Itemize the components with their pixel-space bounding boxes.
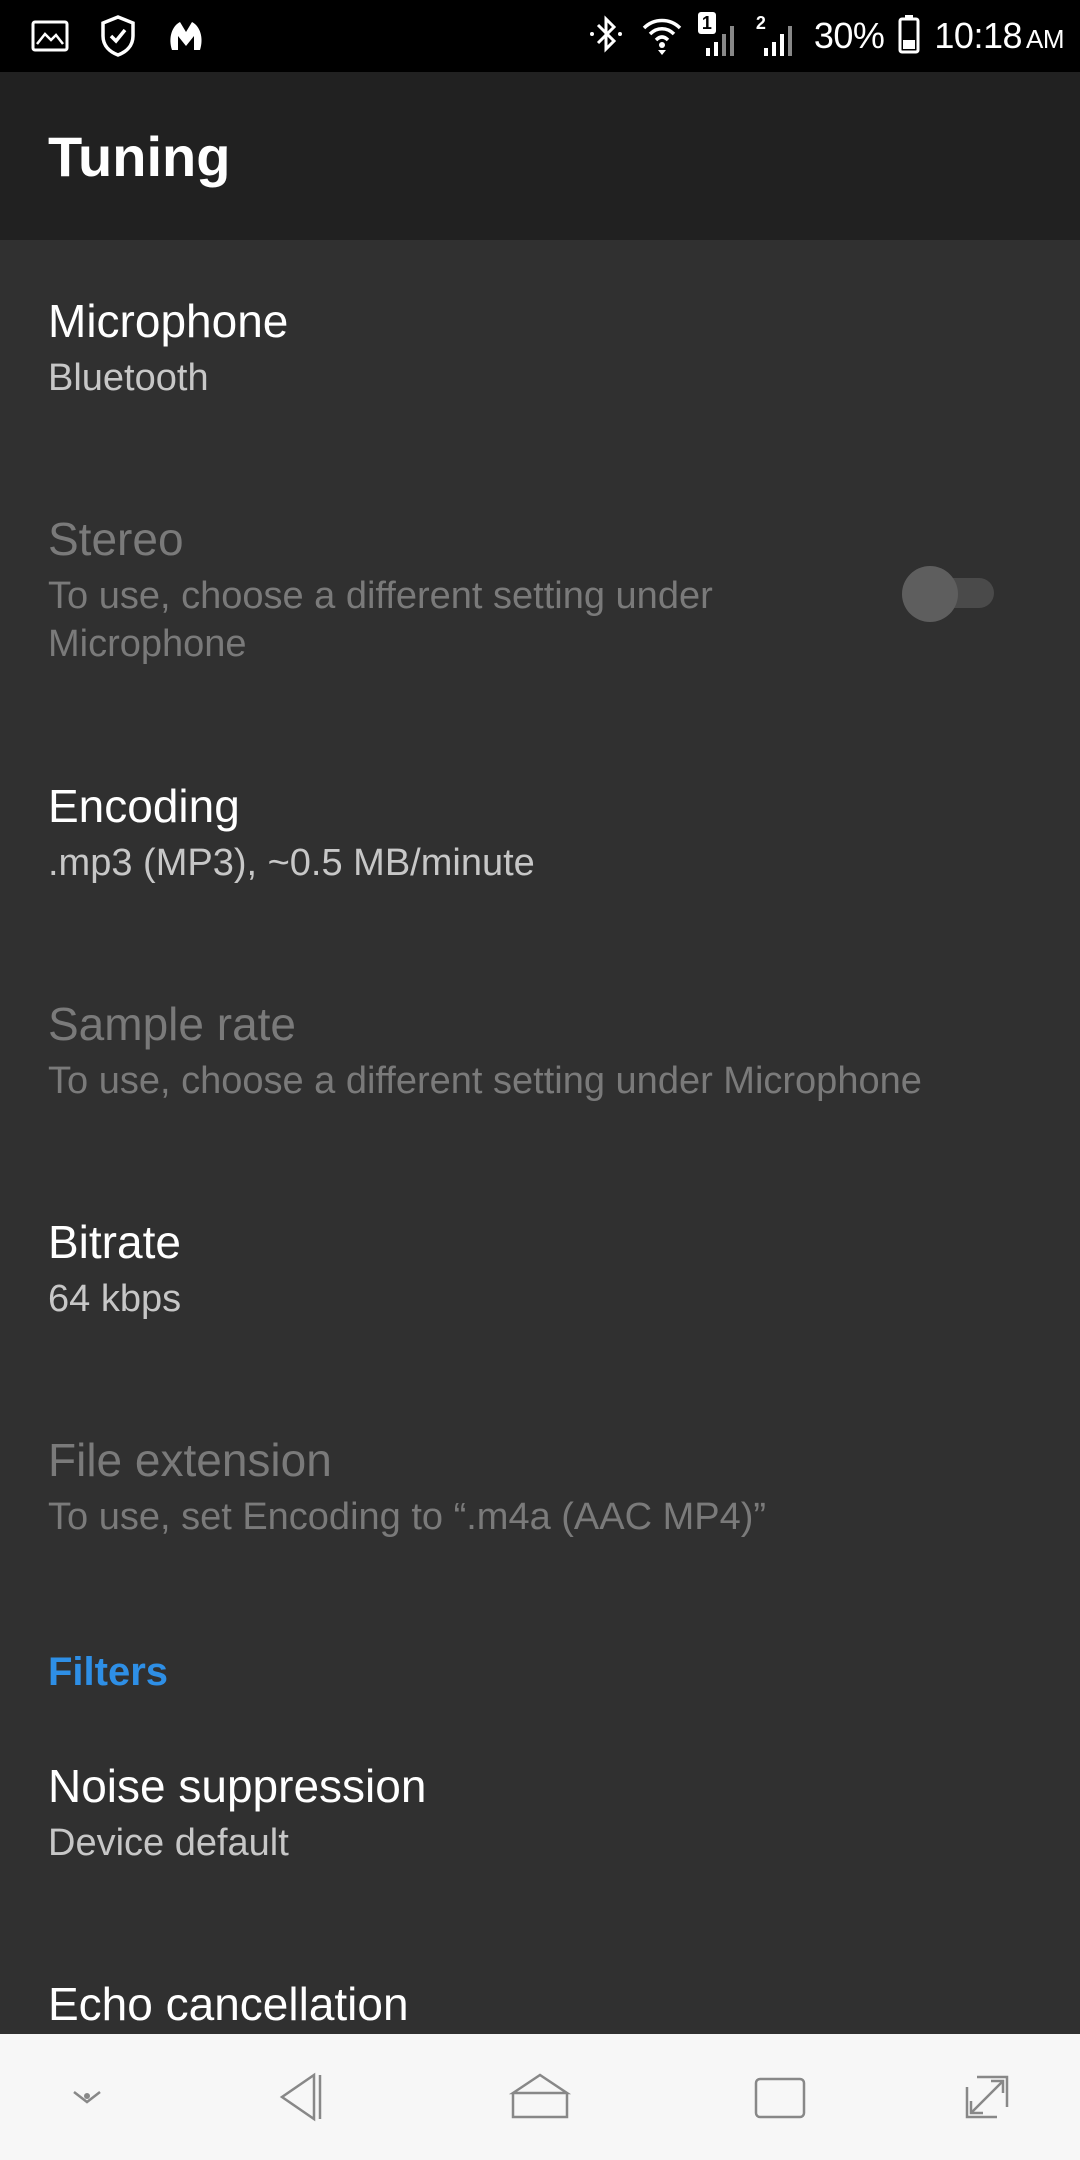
- clock: 10:18 AM: [934, 15, 1064, 57]
- bluetooth-icon: [586, 12, 626, 61]
- back-icon: [279, 2072, 322, 2122]
- signal-icon: 1: [697, 12, 742, 60]
- hide-nav-button[interactable]: [52, 2062, 122, 2132]
- status-bar: 1 2 30% 10:18 AM: [0, 0, 1080, 72]
- pref-bitrate[interactable]: Bitrate 64 kbps: [48, 1213, 1038, 1323]
- pref-summary: 64 kbps: [48, 1278, 182, 1320]
- pref-file-extension: File extension To use, set Encoding to “…: [48, 1431, 1038, 1541]
- wifi-icon: [640, 12, 684, 61]
- back-button[interactable]: [265, 2062, 335, 2132]
- malwarebytes-icon: [166, 16, 206, 61]
- pref-encoding[interactable]: Encoding .mp3 (MP3), ~0.5 MB/minute: [48, 777, 1038, 887]
- pref-summary: To use, choose a different setting under…: [48, 575, 713, 665]
- image-icon: [30, 16, 70, 61]
- stereo-switch: [902, 558, 998, 622]
- pref-title: Noise suppression: [48, 1760, 427, 1812]
- shield-icon: [98, 14, 138, 63]
- pref-title: Microphone: [48, 295, 289, 347]
- pref-title: Echo cancellation: [48, 1978, 409, 2030]
- battery-icon: [898, 14, 920, 59]
- app-bar: Tuning: [0, 72, 1080, 240]
- pref-stereo: Stereo To use, choose a different settin…: [48, 510, 848, 668]
- battery-percent: 30%: [813, 15, 885, 56]
- navigation-bar: [0, 2034, 1080, 2160]
- pref-summary: To use, set Encoding to “.m4a (AAC MP4)”: [48, 1496, 767, 1538]
- pref-summary: .mp3 (MP3), ~0.5 MB/minute: [48, 842, 535, 884]
- preferences-list[interactable]: Microphone Bluetooth Stereo To use, choo…: [0, 240, 1080, 2034]
- chevron-down-icon: [73, 2091, 101, 2104]
- pref-summary: Device default: [48, 1822, 289, 1864]
- pref-title: Encoding: [48, 780, 240, 832]
- clock-time: 10:18: [934, 15, 1022, 56]
- signal-icon: 2: [756, 12, 800, 60]
- home-icon: [508, 2073, 572, 2119]
- recents-button[interactable]: [745, 2062, 815, 2132]
- pref-title: File extension: [48, 1434, 332, 1486]
- clock-ampm: AM: [1026, 24, 1065, 54]
- pref-title: Bitrate: [48, 1216, 181, 1268]
- pref-noise-suppression[interactable]: Noise suppression Device default: [48, 1757, 1038, 1867]
- pref-title: Sample rate: [48, 998, 297, 1050]
- pref-sample-rate: Sample rate To use, choose a different s…: [48, 995, 1038, 1105]
- pref-echo-cancellation[interactable]: Echo cancellation: [48, 1975, 1038, 2033]
- recents-icon: [754, 2077, 806, 2119]
- pref-title: Stereo: [48, 513, 184, 565]
- pref-summary: Bluetooth: [48, 357, 209, 399]
- pref-microphone[interactable]: Microphone Bluetooth: [48, 292, 1038, 402]
- expand-icon: [965, 2075, 1009, 2119]
- switch-thumb: [902, 566, 958, 622]
- pref-summary: To use, choose a different setting under…: [48, 1060, 922, 1102]
- home-button[interactable]: [505, 2062, 575, 2132]
- category-header-filters: Filters: [48, 1650, 169, 1694]
- expand-button[interactable]: [952, 2062, 1022, 2132]
- page-title: Tuning: [48, 125, 231, 188]
